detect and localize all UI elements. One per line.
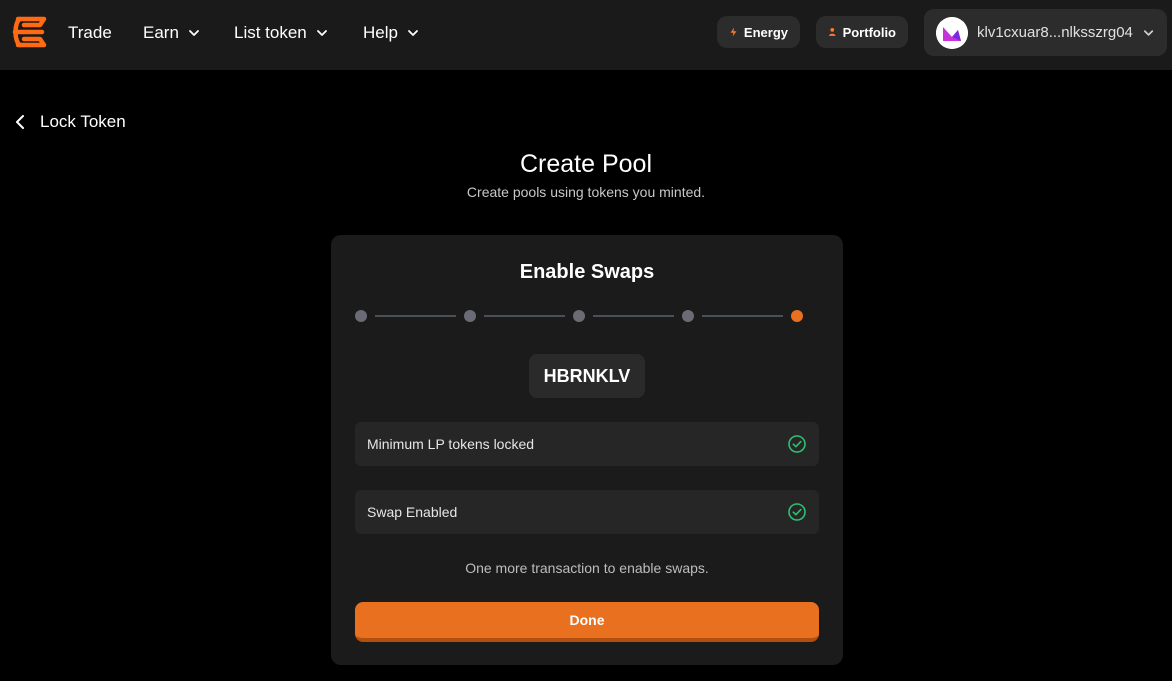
nav-list-token-label: List token (234, 23, 307, 42)
step-dot-3 (573, 310, 585, 322)
wallet-avatar (936, 16, 968, 49)
status-label: Swap Enabled (367, 504, 458, 520)
portfolio-label: Portfolio (842, 24, 896, 40)
step-dot-1 (355, 310, 367, 322)
user-icon (829, 28, 836, 36)
back-lock-token-link[interactable]: Lock Token (14, 110, 126, 134)
page-subtitle: Create pools using tokens you minted. (466, 184, 706, 200)
chevron-left-icon (16, 115, 24, 129)
check-circle-icon (788, 435, 806, 453)
energy-button[interactable]: Energy (717, 16, 800, 48)
wallet-button[interactable]: klv1cxuar8...nlksszrg04 (924, 9, 1167, 56)
status-row-swap-enabled: Swap Enabled (355, 490, 819, 534)
check-circle-icon (788, 503, 806, 521)
card-title: Enable Swaps (519, 261, 655, 283)
done-button[interactable]: Done (355, 602, 819, 642)
step-connector-3 (593, 315, 674, 317)
chevron-down-icon (408, 30, 418, 36)
nav-earn[interactable]: Earn (143, 22, 201, 44)
info-note: One more transaction to enable swaps. (465, 560, 709, 576)
chevron-down-icon (189, 30, 199, 36)
step-dot-2 (464, 310, 476, 322)
page-title: Create Pool (519, 150, 653, 178)
lightning-icon (730, 27, 737, 37)
top-navbar: Trade Earn List token Help Energy Portfo… (0, 0, 1172, 70)
token-ticker: HBRNKLV (529, 354, 645, 398)
energy-label: Energy (743, 24, 788, 40)
status-row-lp-locked: Minimum LP tokens locked (355, 422, 819, 466)
progress-stepper (355, 310, 803, 322)
step-connector-2 (484, 315, 565, 317)
nav-trade-label: Trade (68, 23, 112, 42)
status-label: Minimum LP tokens locked (367, 436, 535, 452)
step-connector-4 (702, 315, 783, 317)
nav-help-label: Help (363, 23, 398, 42)
portfolio-button[interactable]: Portfolio (816, 16, 908, 48)
chevron-down-icon (1143, 29, 1154, 36)
nav-trade[interactable]: Trade (68, 22, 112, 44)
klever-logo-icon[interactable] (12, 16, 48, 48)
chevron-down-icon (316, 30, 327, 36)
back-label: Lock Token (40, 112, 126, 131)
nav-earn-label: Earn (143, 23, 179, 42)
enable-swaps-card: Enable Swaps HBRNKLV Minimum LP tokens l… (331, 235, 843, 665)
step-dot-4 (682, 310, 694, 322)
nav-list-token[interactable]: List token (234, 22, 329, 44)
nav-help[interactable]: Help (363, 22, 420, 44)
step-dot-5-current (791, 310, 803, 322)
wallet-avatar-icon (936, 16, 968, 49)
step-connector-1 (375, 315, 456, 317)
wallet-address: klv1cxuar8...nlksszrg04 (977, 24, 1133, 41)
